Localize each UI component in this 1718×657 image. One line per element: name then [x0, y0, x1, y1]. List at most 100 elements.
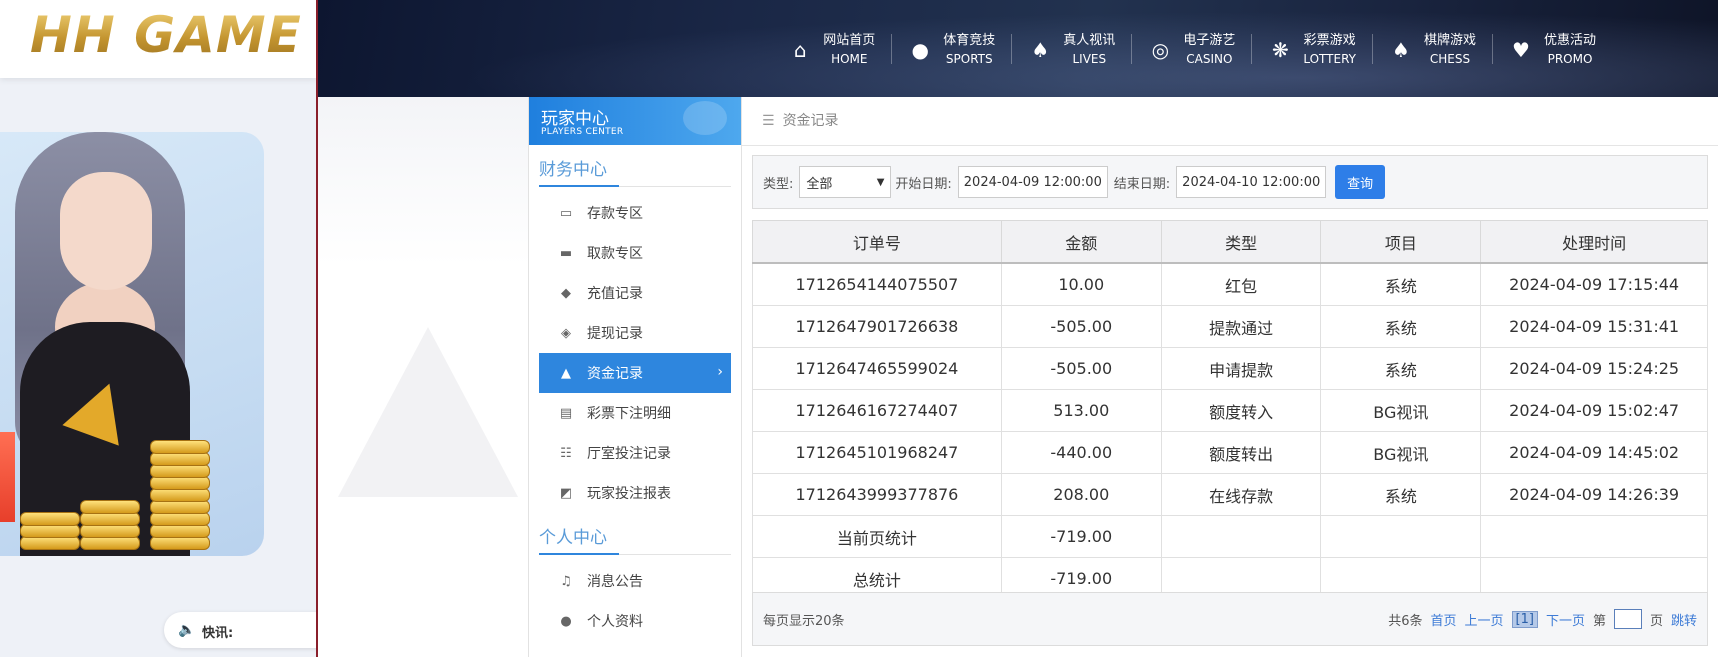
breadcrumb-text: 资金记录 — [782, 113, 839, 129]
money-bag-icon: ◆ — [561, 285, 571, 301]
table-cell: BG视讯 — [1320, 389, 1482, 432]
logo[interactable]: HH GAME — [0, 0, 316, 78]
column-header: 处理时间 — [1480, 220, 1708, 264]
players-center-subtitle: PLAYERS CENTER — [541, 127, 624, 137]
table-cell: 系统 — [1320, 347, 1482, 390]
nav-item-promo[interactable]: ♥ 优惠活动 PROMO — [1491, 28, 1612, 72]
table-cell: 申请提款 — [1160, 347, 1322, 390]
sidebar-item[interactable]: ◈ 提现记录 — [539, 313, 731, 353]
main-panel: ⌂ 网站首页 HOME ● 体育竞技 SPORTS ♠ 真人视讯 LIVES ◎ 电子游艺 CASIN… — [316, 0, 1718, 657]
nav-item-sports[interactable]: ● 体育竞技 SPORTS — [891, 28, 1011, 72]
table-cell: 1712646167274407 — [752, 389, 1002, 432]
sidebar-item[interactable]: ♫ 消息公告 — [539, 561, 731, 601]
table-row: 1712643999377876 208.00 在线存款 系统 2024-04-09 1… — [752, 473, 1708, 516]
table-cell: 2024-04-09 15:24:25 — [1480, 347, 1708, 390]
sidebar-item[interactable]: ▬ 取款专区 — [539, 233, 731, 273]
sidebar-item-label: 消息公告 — [587, 574, 643, 590]
sidebar-item[interactable]: ▭ 存款专区 — [539, 193, 731, 233]
table-row: 1712645101968247 -440.00 额度转出 BG视讯 2024-04-0… — [752, 431, 1708, 474]
personal-menu: ♫ 消息公告 ● 个人资料 — [529, 561, 741, 641]
table-cell: 513.00 — [1000, 389, 1162, 432]
start-date-input[interactable] — [957, 166, 1108, 198]
sidebar-item[interactable]: ▲ 资金记录 › — [539, 353, 731, 393]
table-cell: 红包 — [1160, 262, 1322, 306]
basketball-icon: ● — [911, 38, 929, 62]
user-icon: ● — [560, 613, 572, 629]
lottery-balls-icon: ❋ — [1271, 38, 1289, 62]
nav-item-lives[interactable]: ♠ 真人视讯 LIVES — [1011, 28, 1131, 72]
prev-page-link[interactable]: 上一页 — [1465, 610, 1504, 629]
finance-menu: ▭ 存款专区 ▬ 取款专区 ◆ 充值记录 ◈ 提现记录 ▲ 资金记录 › ▤ 彩票下注明细 ☷ 厅室投注记录… — [529, 193, 741, 513]
left-panel: HH GAME 🔈 快讯: — [0, 0, 316, 657]
breadcrumb: ☰ 资金记录 — [742, 97, 1718, 146]
sidebar-item-label: 厅室投注记录 — [587, 446, 671, 462]
column-header: 订单号 — [752, 220, 1002, 264]
page-number-input[interactable] — [1613, 609, 1642, 629]
page-suffix: 页 — [1649, 613, 1663, 629]
nav-item-chess[interactable]: ♠ 棋牌游戏 CHESS — [1371, 28, 1492, 72]
sidebar-item-label: 资金记录 — [587, 366, 643, 382]
nav-label: 棋牌游戏 — [1423, 33, 1476, 48]
table-cell: 2024-04-09 17:15:44 — [1480, 262, 1708, 306]
table-cell: 额度转入 — [1160, 389, 1322, 432]
sidebar-item[interactable]: ● 个人资料 — [539, 601, 731, 641]
summary-row: 当前页统计 -719.00 — [752, 515, 1708, 558]
table-cell: 1712647901726638 — [752, 305, 1002, 348]
table-cell: BG视讯 — [1320, 431, 1482, 474]
cards-icon: ♠ — [1031, 38, 1050, 62]
query-button[interactable]: 查询 — [1335, 165, 1386, 199]
nav-label-en: SPORTS — [945, 52, 993, 66]
column-header: 金额 — [1000, 220, 1162, 264]
table-cell: -505.00 — [1000, 347, 1162, 390]
nav-label: 真人视讯 — [1063, 33, 1116, 48]
menu-icon: ☰ — [762, 113, 775, 129]
personal-center-title: 个人中心 — [539, 523, 731, 555]
nav-label-en: PROMO — [1547, 52, 1593, 66]
sidebar-item-label: 个人资料 — [587, 614, 643, 630]
main-nav: ⌂ 网站首页 HOME ● 体育竞技 SPORTS ♠ 真人视讯 LIVES ◎ 电子游艺 CASIN… — [771, 28, 1612, 72]
sidebar-item[interactable]: ◩ 玩家投注报表 — [539, 473, 731, 513]
table-cell: 208.00 — [1000, 473, 1162, 516]
cash-hand-icon: ▬ — [559, 245, 573, 261]
summary-value: -719.00 — [1000, 515, 1162, 558]
table-cell: 2024-04-09 15:31:41 — [1480, 305, 1708, 348]
nav-item-lottery[interactable]: ❋ 彩票游戏 LOTTERY — [1251, 28, 1372, 72]
end-date-label: 结束日期: — [1113, 176, 1171, 192]
type-label: 类型: — [763, 176, 794, 192]
sidebar-item[interactable]: ◆ 充值记录 — [539, 273, 731, 313]
per-page-text: 每页显示20条 — [763, 614, 845, 629]
type-select[interactable]: 全部 ▼ — [799, 166, 892, 198]
jump-link[interactable]: 跳转 — [1671, 610, 1697, 629]
table-cell: 系统 — [1320, 262, 1482, 306]
sidebar-item[interactable]: ☷ 厅室投注记录 — [539, 433, 731, 473]
home-icon: ⌂ — [793, 38, 807, 62]
pagination-bar: 每页显示20条 共6条 首页 上一页 [1] 下一页 第 页 跳转 — [752, 592, 1708, 646]
current-page[interactable]: [1] — [1511, 610, 1538, 628]
nav-label-en: CHESS — [1429, 52, 1471, 66]
first-page-link[interactable]: 首页 — [1430, 610, 1456, 629]
news-ticker[interactable]: 🔈 快讯: — [164, 612, 316, 648]
nav-label: 优惠活动 — [1543, 33, 1596, 48]
spade-icon: ♠ — [1392, 38, 1410, 62]
next-page-link[interactable]: 下一页 — [1546, 610, 1585, 629]
card-icon: ▭ — [559, 205, 573, 221]
bell-icon: ♫ — [560, 573, 572, 589]
sidebar-item-label: 彩票下注明细 — [587, 406, 671, 422]
news-label: 快讯: — [202, 626, 234, 641]
sidebar-item-label: 充值记录 — [587, 286, 643, 302]
table-cell: -440.00 — [1000, 431, 1162, 474]
sidebar-item-label: 存款专区 — [587, 206, 643, 222]
table-cell: 在线存款 — [1160, 473, 1322, 516]
table-cell: 1712647465599024 — [752, 347, 1002, 390]
nav-item-casino[interactable]: ◎ 电子游艺 CASINO — [1131, 28, 1251, 72]
gift-icon: ♥ — [1512, 38, 1530, 62]
nav-label: 电子游艺 — [1183, 33, 1236, 48]
table-cell: -505.00 — [1000, 305, 1162, 348]
table-row: 1712647465599024 -505.00 申请提款 系统 2024-04-09 … — [752, 347, 1708, 390]
nav-item-home[interactable]: ⌂ 网站首页 HOME — [771, 28, 891, 72]
bank-icon: ▲ — [561, 365, 571, 381]
sidebar-item[interactable]: ▤ 彩票下注明细 — [539, 393, 731, 433]
column-header: 类型 — [1160, 220, 1322, 264]
checklist-icon: ☷ — [560, 445, 572, 461]
end-date-input[interactable] — [1176, 166, 1327, 198]
